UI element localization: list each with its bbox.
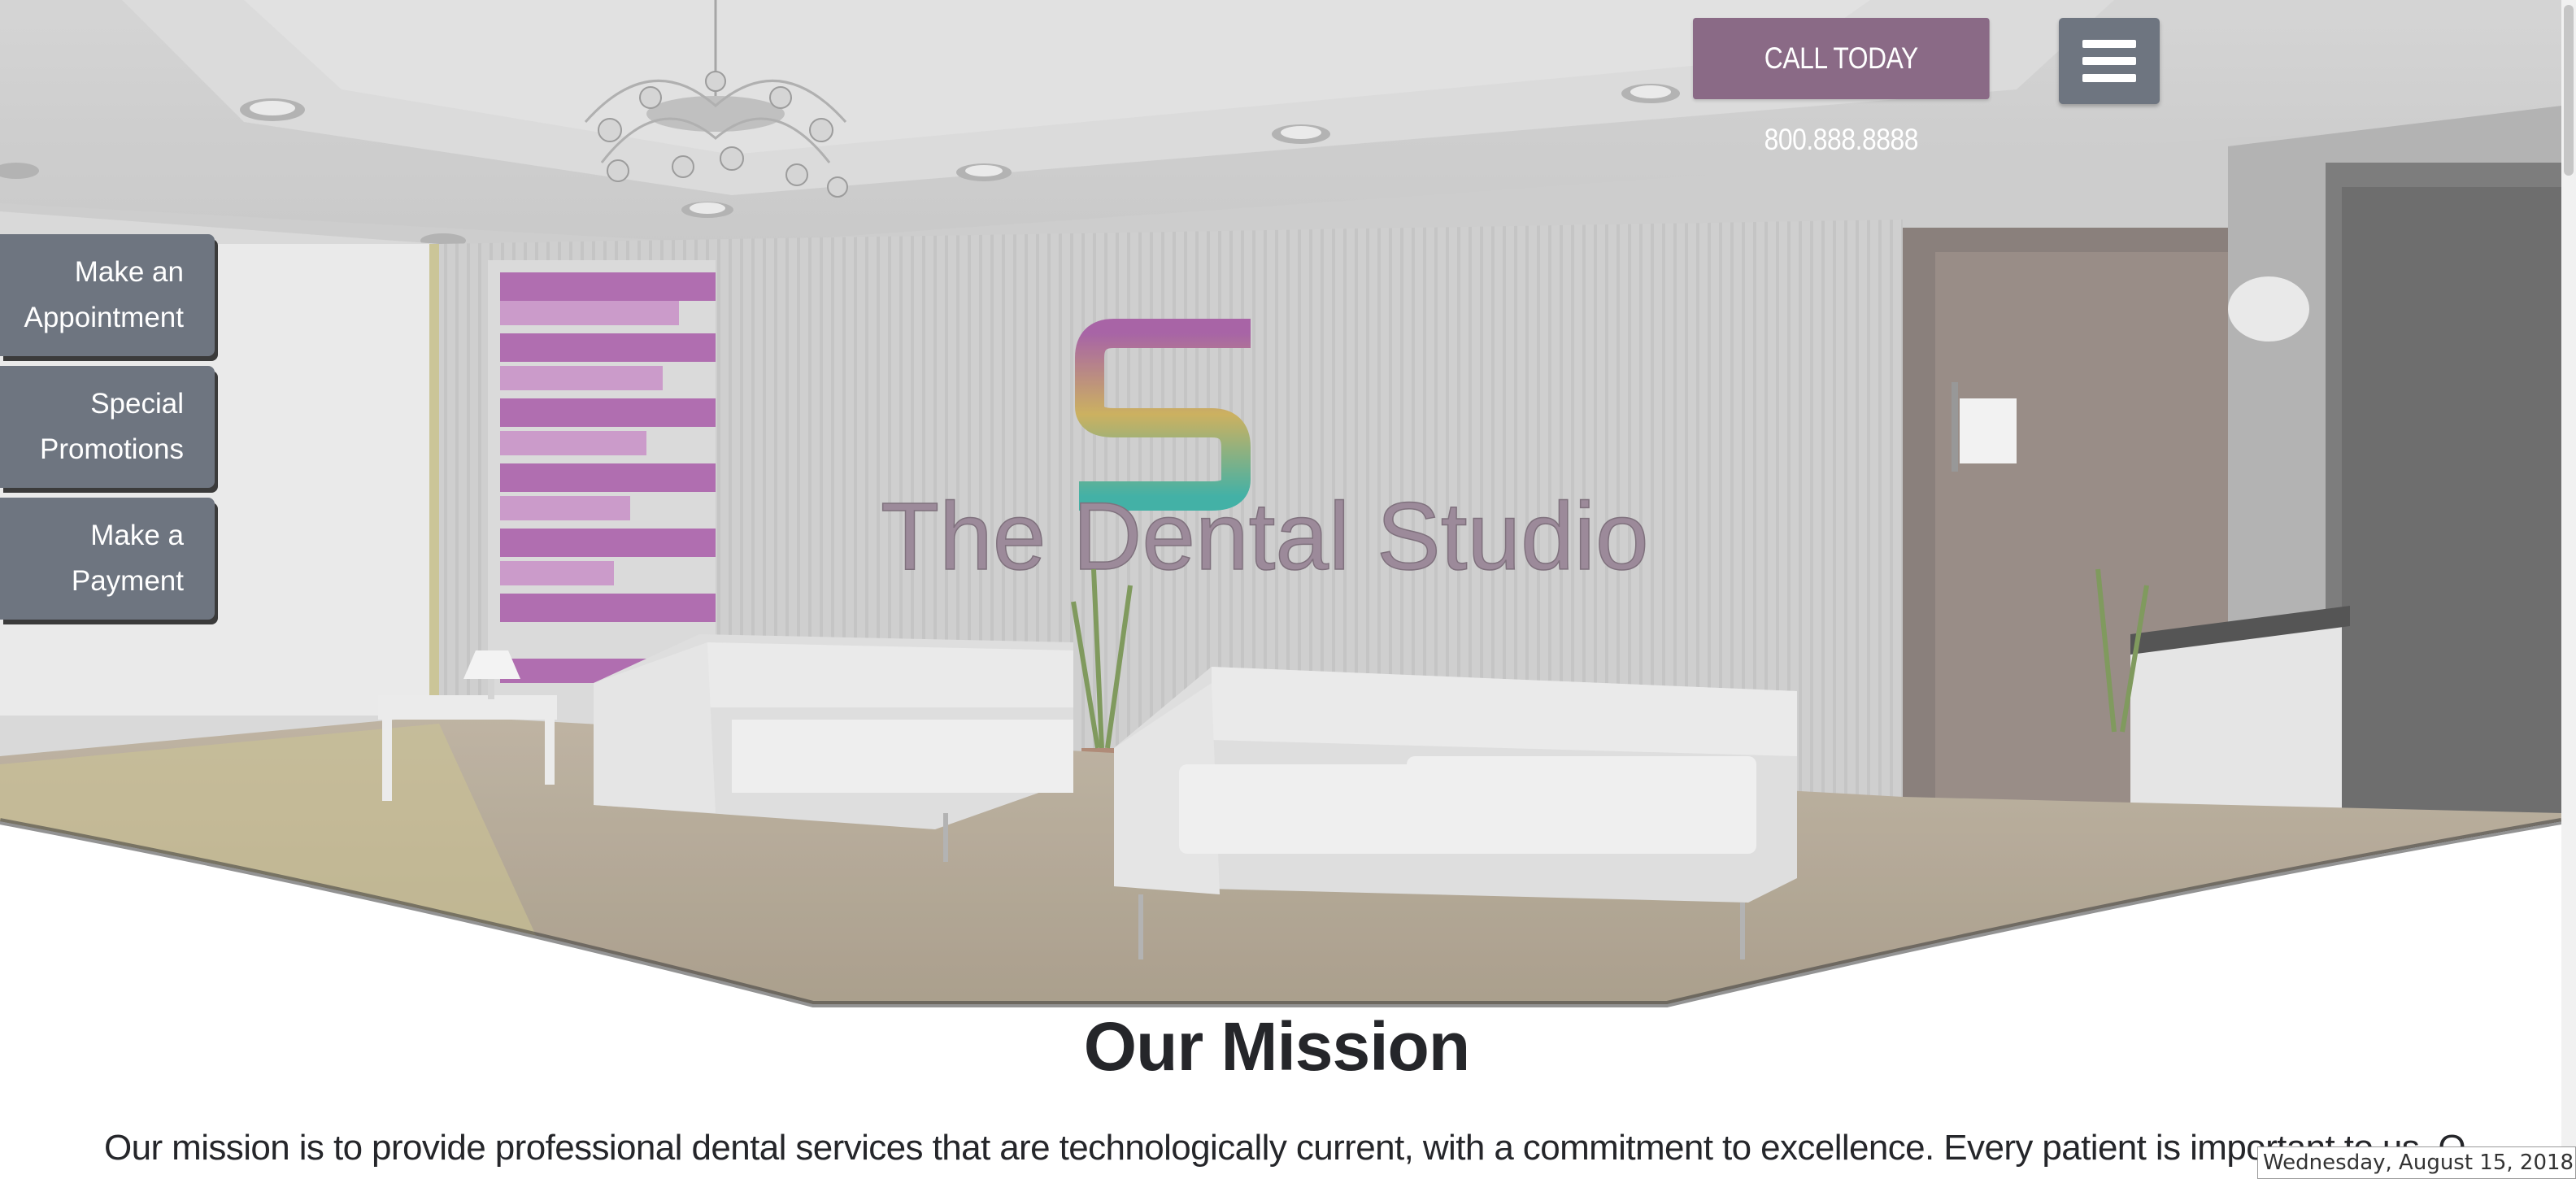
tab-label-line2: Promotions <box>39 433 184 465</box>
menu-button[interactable] <box>2059 18 2160 104</box>
hamburger-menu-icon <box>2082 40 2136 48</box>
tab-label-line1: Make a <box>90 520 184 551</box>
special-promotions-tab[interactable]: Special Promotions <box>0 366 215 488</box>
tab-label-line2: Appointment <box>24 302 184 333</box>
page-scrollbar[interactable] <box>2561 0 2576 1179</box>
call-today-label: CALL TODAY 800.888.8888 <box>1764 41 1919 156</box>
tab-label-line2: Payment <box>71 565 184 597</box>
hamburger-menu-icon <box>2082 74 2136 82</box>
hamburger-menu-icon <box>2082 57 2136 65</box>
date-overlay: Wednesday, August 15, 2018 <box>2257 1146 2576 1179</box>
page: The Dental Studio CALL TODAY 800.888.888… <box>0 0 2576 1179</box>
tab-label-line1: Special <box>90 388 184 420</box>
call-today-button[interactable]: CALL TODAY 800.888.8888 <box>1693 18 1990 156</box>
make-appointment-tab[interactable]: Make an Appointment <box>0 234 215 356</box>
mission-heading: Our Mission <box>1083 1008 1470 1085</box>
make-payment-tab[interactable]: Make a Payment <box>0 498 215 620</box>
mission-paragraph: Our mission is to provide professional d… <box>104 1128 2466 1168</box>
hero-image: The Dental Studio <box>0 0 2561 1008</box>
tab-label-line1: Make an <box>74 256 184 288</box>
scrollbar-thumb[interactable] <box>2564 5 2574 176</box>
